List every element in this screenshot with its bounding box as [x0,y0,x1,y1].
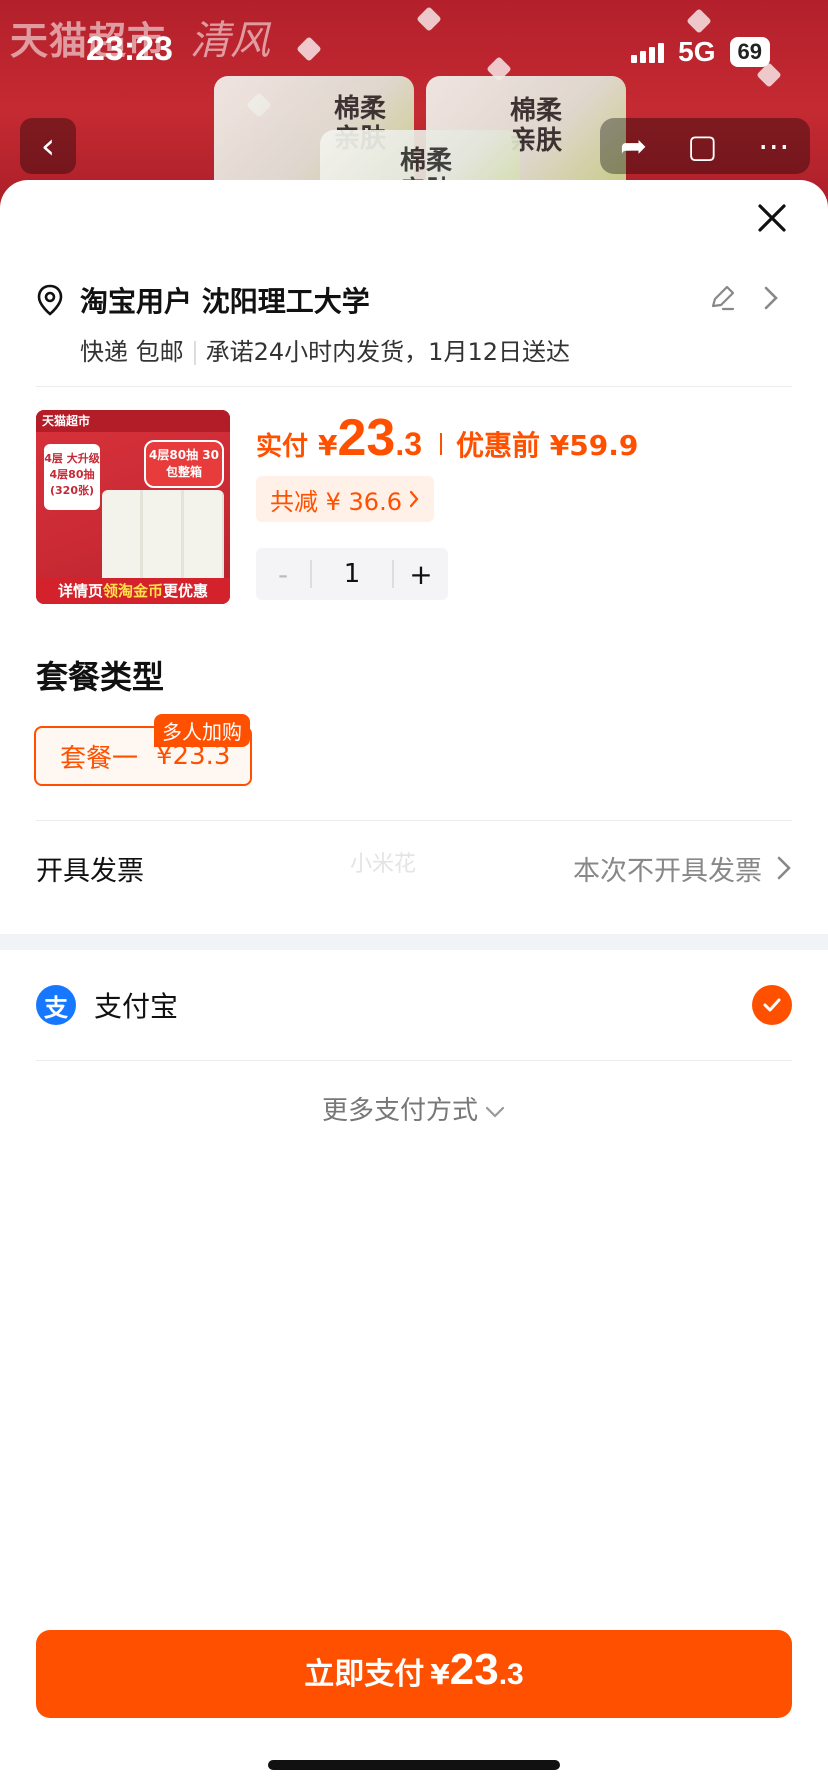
decor-dot [296,36,322,62]
invoice-label: 开具发票 [36,855,144,887]
package-tag: 多人加购 [154,714,250,747]
pay-label: 实付 [256,432,309,462]
location-pin-icon [37,284,63,316]
price-decimal: .3 [395,426,423,462]
divider [36,1060,792,1061]
selected-check[interactable] [752,985,792,1025]
network-type: 5G [678,36,716,67]
chevron-right-icon[interactable] [762,284,780,312]
discount-amount: 共减 ¥ 36.6 [270,487,402,516]
increment-button[interactable]: + [394,558,448,591]
product-image-burst: 4层80抽 30包整箱 [144,440,224,488]
pay-now-label: 立即支付 [304,1657,425,1692]
product-image-packs [102,490,224,590]
invoice-value-text: 本次不开具发票 [573,855,762,887]
share-icon[interactable]: ➦ [620,127,647,165]
back-button[interactable]: ‹ [20,118,76,174]
close-icon [758,204,786,232]
package-option-name: 套餐一 [60,743,139,774]
chevron-right-icon [777,856,791,880]
payment-method-alipay[interactable]: 支 支付宝 [36,950,792,1060]
shipping-method: 快递 包邮 [80,338,184,366]
home-indicator [268,1760,560,1770]
delivery-info: 快递 包邮 承诺24小时内发货，1月12日送达 [80,332,570,367]
price-line: 实付 ¥ 23 .3 优惠前 ¥59.9 [256,412,638,464]
product-image-footer: 详情页领淘金币更优惠 [36,578,230,604]
more-icon[interactable]: ⋯ [758,127,790,165]
check-icon [763,998,781,1012]
divider [193,341,196,365]
decor-dot [416,6,442,32]
payment-method-name: 支付宝 [94,990,179,1023]
original-price: 优惠前 ¥59.9 [456,429,639,462]
battery-level: 69 [729,37,770,67]
more-payment-label: 更多支付方式 [321,1096,478,1126]
package-type-title: 套餐类型 [36,658,165,696]
quantity-value[interactable]: 1 [310,560,394,588]
price-integer: 23 [337,409,396,467]
divider [36,386,792,387]
edit-icon[interactable] [708,284,736,312]
chevron-down-icon [485,1106,505,1118]
invoice-value: 本次不开具发票 [573,849,792,888]
background-toolbar: ➦ ▢ ⋯ [600,118,810,174]
pay-now-amount-integer: 23 [449,1645,499,1694]
pay-now-currency: ¥ [430,1658,450,1691]
discount-chip[interactable]: 共减 ¥ 36.6 [256,476,434,522]
currency-symbol: ¥ [318,429,338,462]
divider [440,433,443,455]
watermark: 小米花 [350,852,417,877]
background-brand-logo: 清风 [190,18,270,64]
alipay-icon: 支 [36,985,76,1025]
decrement-button[interactable]: - [256,558,310,591]
pay-now-amount-decimal: .3 [498,1658,524,1691]
more-payment-methods[interactable]: 更多支付方式 [0,1090,828,1127]
quantity-stepper: - 1 + [256,548,448,600]
product-image[interactable]: 天猫超市 4层 大升级 4层80抽 (320张) 4层80抽 30包整箱 详情页… [36,410,230,604]
chevron-right-icon [409,490,419,508]
recipient-name: 淘宝用户 沈阳理工大学 [80,285,370,318]
section-separator [0,934,828,950]
pay-now-button[interactable]: 立即支付 ¥ 23 .3 [36,1630,792,1718]
divider [36,820,792,821]
decor-dot [686,8,712,34]
product-image-store-label: 天猫超市 [36,410,230,432]
cart-icon[interactable]: ▢ [687,127,717,165]
status-time: 23:23 [86,30,173,68]
close-button[interactable] [750,196,794,240]
status-indicators: 5G 69 [631,36,770,68]
product-image-badge: 4层 大升级 4层80抽 (320张) [44,444,100,510]
signal-icon [631,41,665,63]
checkout-sheet: 淘宝用户 沈阳理工大学 快递 包邮 承诺24小时内发货，1月12日送达 天猫超市 … [0,180,828,1792]
delivery-promise: 承诺24小时内发货，1月12日送达 [205,338,570,366]
